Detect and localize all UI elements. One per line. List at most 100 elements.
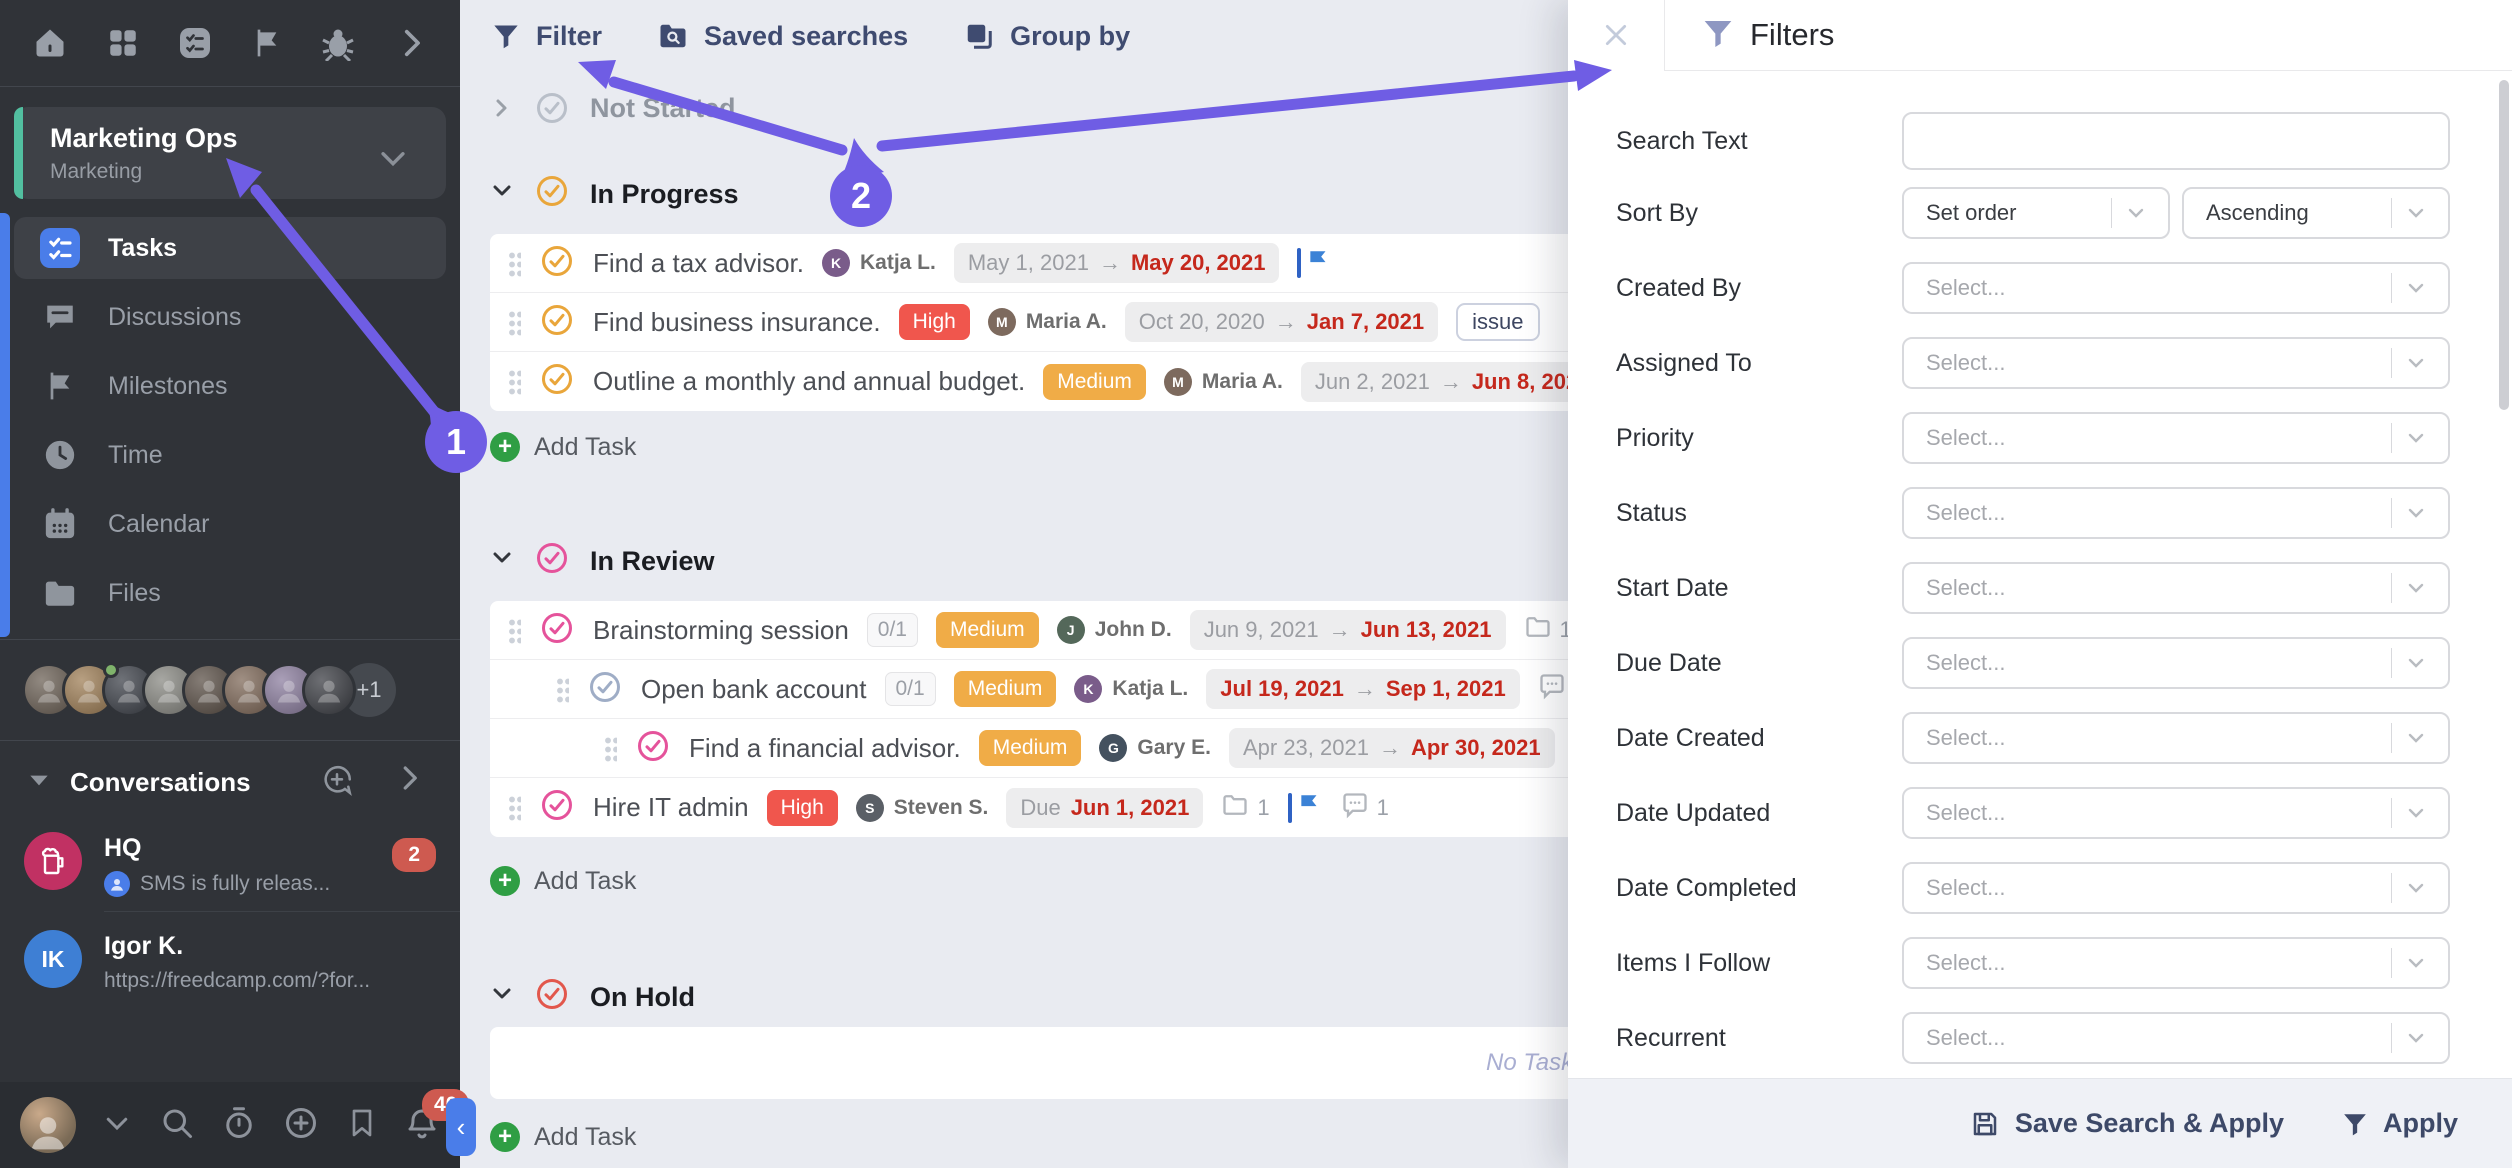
sidebar-item-calendar[interactable]: Calendar — [14, 493, 446, 555]
assignee[interactable]: SSteven S. — [856, 794, 989, 822]
current-user-avatar[interactable] — [20, 1097, 76, 1153]
conversation-item[interactable]: HQSMS is fully releas...2 — [0, 814, 460, 911]
sidebar-item-tasks[interactable]: Tasks — [14, 217, 446, 279]
select-priority[interactable]: Select... — [1902, 412, 2450, 464]
drag-handle-icon[interactable] — [508, 309, 521, 336]
task-title[interactable]: Outline a monthly and annual budget. — [593, 366, 1025, 397]
chevron-down-icon — [2404, 201, 2448, 225]
select-date-completed[interactable]: Select... — [1902, 862, 2450, 914]
files-count[interactable]: 1 — [1221, 791, 1269, 825]
search-text-input[interactable] — [1902, 112, 2450, 170]
task-check-icon[interactable] — [539, 361, 575, 402]
tasks-icon[interactable] — [177, 25, 213, 61]
assignee[interactable]: KKatja L. — [822, 249, 936, 277]
apply-button[interactable]: Apply — [2342, 1108, 2458, 1139]
add-task-label: Add Task — [534, 433, 636, 462]
chevron-right-icon[interactable] — [394, 26, 428, 60]
select-recurrent[interactable]: Select... — [1902, 1012, 2450, 1064]
sidebar-item-files[interactable]: Files — [14, 562, 446, 624]
select-start-date[interactable]: Select... — [1902, 562, 2450, 614]
apps-grid-icon[interactable] — [106, 26, 140, 60]
task-check-icon[interactable] — [539, 243, 575, 284]
task-title[interactable]: Hire IT admin — [593, 792, 749, 823]
task-title[interactable]: Find a financial advisor. — [689, 733, 961, 764]
bug-icon[interactable] — [320, 25, 356, 61]
date-range-chip[interactable]: May 1, 2021→May 20, 2021 — [954, 243, 1280, 283]
date-range-chip[interactable]: Jun 9, 2021→Jun 13, 2021 — [1190, 610, 1506, 650]
sidebar-item-milestones[interactable]: Milestones — [14, 355, 446, 417]
conversation-item[interactable]: IKIgor K.https://freedcamp.com/?for... — [0, 912, 460, 1007]
select-date-created[interactable]: Select... — [1902, 712, 2450, 764]
bookmark-icon[interactable] — [346, 1107, 378, 1144]
date-text: Jun 13, 2021 — [1361, 617, 1492, 643]
group-by-button[interactable]: Group by — [964, 21, 1130, 52]
select-assigned-to[interactable]: Select... — [1902, 337, 2450, 389]
date-range-chip[interactable]: Apr 23, 2021→Apr 30, 2021 — [1229, 728, 1555, 768]
avatar[interactable] — [302, 663, 356, 717]
sidebar-collapse-handle[interactable]: ‹ — [446, 1098, 476, 1156]
drag-handle-icon[interactable] — [508, 617, 521, 644]
priority-badge[interactable]: Medium — [979, 730, 1082, 766]
sidebar-item-discussions[interactable]: Discussions — [14, 286, 446, 348]
notifications-bell[interactable]: 40 — [404, 1105, 440, 1146]
home-icon[interactable] — [32, 25, 68, 61]
drag-handle-icon[interactable] — [508, 250, 521, 277]
priority-badge[interactable]: Medium — [1043, 364, 1146, 400]
flag-icon[interactable] — [251, 27, 283, 59]
task-tag[interactable]: issue — [1456, 303, 1539, 341]
chevron-right-icon[interactable] — [394, 763, 424, 802]
save-search-apply-button[interactable]: Save Search & Apply — [1970, 1108, 2284, 1139]
drag-handle-icon[interactable] — [508, 794, 521, 821]
funnel-icon — [492, 22, 520, 50]
select-sort-direction[interactable]: Ascending — [2182, 187, 2450, 239]
panel-scrollbar[interactable] — [2499, 80, 2509, 410]
assignee[interactable]: MMaria A. — [1164, 368, 1283, 396]
drag-handle-icon[interactable] — [604, 735, 617, 762]
date-range-chip[interactable]: Jun 2, 2021→Jun 8, 2021 — [1301, 362, 1605, 402]
task-title[interactable]: Open bank account — [641, 674, 867, 705]
drag-handle-icon[interactable] — [508, 368, 521, 395]
sidebar-item-time[interactable]: Time — [14, 424, 446, 486]
select-date-updated[interactable]: Select... — [1902, 787, 2450, 839]
chevron-down-icon[interactable] — [102, 1108, 132, 1143]
assignee[interactable]: JJohn D. — [1057, 616, 1172, 644]
task-title[interactable]: Find business insurance. — [593, 307, 881, 338]
comments-count[interactable]: 1 — [1341, 791, 1389, 825]
select-items-i-follow[interactable]: Select... — [1902, 937, 2450, 989]
chevron-down-icon[interactable] — [26, 767, 52, 798]
search-icon[interactable] — [159, 1105, 195, 1146]
task-check-icon[interactable] — [539, 302, 575, 343]
assignee[interactable]: MMaria A. — [988, 308, 1107, 336]
task-check-icon[interactable] — [539, 610, 575, 651]
priority-badge[interactable]: High — [899, 304, 970, 340]
select-due-date[interactable]: Select... — [1902, 637, 2450, 689]
task-check-icon[interactable] — [587, 669, 623, 710]
new-conversation-icon[interactable] — [320, 763, 354, 802]
task-check-icon[interactable] — [635, 728, 671, 769]
priority-badge[interactable]: Medium — [936, 612, 1039, 648]
close-icon[interactable] — [1568, 22, 1664, 48]
priority-badge[interactable]: High — [767, 790, 838, 826]
filter-label: Status — [1616, 499, 1902, 528]
task-check-icon[interactable] — [539, 787, 575, 828]
priority-badge[interactable]: Medium — [954, 671, 1057, 707]
workspace-selector[interactable]: Marketing Ops Marketing — [14, 107, 446, 199]
timer-icon[interactable] — [221, 1105, 257, 1146]
drag-handle-icon[interactable] — [556, 676, 569, 703]
date-range-chip[interactable]: DueJun 1, 2021 — [1006, 788, 1203, 828]
conversation-body: Igor K.https://freedcamp.com/?for... — [104, 930, 370, 993]
add-icon[interactable] — [283, 1105, 319, 1146]
select-created-by[interactable]: Select... — [1902, 262, 2450, 314]
filter-button[interactable]: Filter — [492, 21, 602, 52]
files-count[interactable]: 1 — [1524, 613, 1572, 647]
task-title[interactable]: Brainstorming session — [593, 615, 849, 646]
assignee[interactable]: GGary E. — [1099, 734, 1211, 762]
date-range-chip[interactable]: Oct 20, 2020→Jan 7, 2021 — [1125, 302, 1438, 342]
assignee[interactable]: KKatja L. — [1074, 675, 1188, 703]
milestones-icon — [40, 366, 80, 406]
saved-searches-button[interactable]: Saved searches — [658, 21, 908, 52]
date-range-chip[interactable]: Jul 19, 2021→Sep 1, 2021 — [1206, 669, 1519, 709]
select-status[interactable]: Select... — [1902, 487, 2450, 539]
task-title[interactable]: Find a tax advisor. — [593, 248, 804, 279]
select-sort-field[interactable]: Set order — [1902, 187, 2170, 239]
